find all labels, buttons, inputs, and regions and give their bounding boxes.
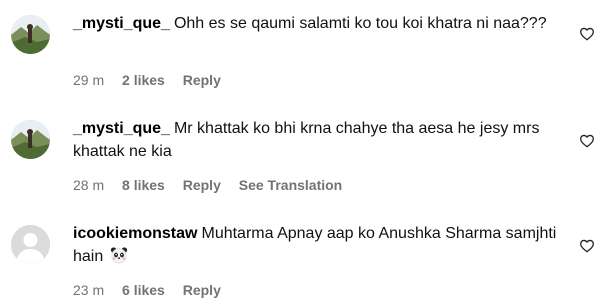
heart-outline-icon[interactable]: [579, 133, 595, 149]
panda-face-icon: [110, 247, 127, 264]
comment-meta: 28 m 8 likes Reply See Translation: [73, 177, 342, 193]
comment-username[interactable]: icookiemonstaw: [73, 225, 197, 242]
comment-meta: 29 m 2 likes Reply: [73, 72, 235, 88]
reply-button[interactable]: Reply: [183, 282, 221, 298]
comment-text-block: icookiemonstaw Muhtarma Apnay aap ko Anus…: [73, 222, 563, 268]
comment-likes[interactable]: 6 likes: [122, 282, 165, 298]
comment-time[interactable]: 23 m: [73, 282, 104, 298]
comment-username[interactable]: _mysti_que_: [73, 120, 170, 137]
comment-likes[interactable]: 8 likes: [122, 177, 165, 193]
comment-text: Ohh es se qaumi salamti ko tou koi khatr…: [173, 15, 547, 32]
comments-list: _mysti_que_ Ohh es se qaumi salamti ko to…: [0, 0, 607, 305]
comment-body: _mysti_que_ Ohh es se qaumi salamti ko to…: [73, 12, 563, 35]
landscape-avatar-image: [11, 120, 50, 159]
reply-button[interactable]: Reply: [183, 72, 221, 88]
landscape-avatar-image: [11, 15, 50, 54]
comment-meta: 23 m 6 likes Reply: [73, 282, 235, 298]
avatar[interactable]: [11, 15, 50, 54]
avatar[interactable]: [11, 225, 50, 264]
comment-body: icookiemonstaw Muhtarma Apnay aap ko Anus…: [73, 222, 563, 268]
comment-text-block: _mysti_que_ Mr khattak ko bhi krna chahye…: [73, 117, 563, 163]
comment-likes[interactable]: 2 likes: [122, 72, 165, 88]
heart-outline-icon[interactable]: [579, 26, 595, 42]
comment-time[interactable]: 29 m: [73, 72, 104, 88]
avatar[interactable]: [11, 120, 50, 159]
default-avatar-icon: [11, 225, 50, 264]
comment-text-block: _mysti_que_ Ohh es se qaumi salamti ko to…: [73, 12, 563, 35]
see-translation-button[interactable]: See Translation: [239, 177, 342, 193]
comment-body: _mysti_que_ Mr khattak ko bhi krna chahye…: [73, 117, 563, 163]
reply-button[interactable]: Reply: [183, 177, 221, 193]
comment-username[interactable]: _mysti_que_: [73, 15, 170, 32]
heart-outline-icon[interactable]: [579, 238, 595, 254]
comment-time[interactable]: 28 m: [73, 177, 104, 193]
